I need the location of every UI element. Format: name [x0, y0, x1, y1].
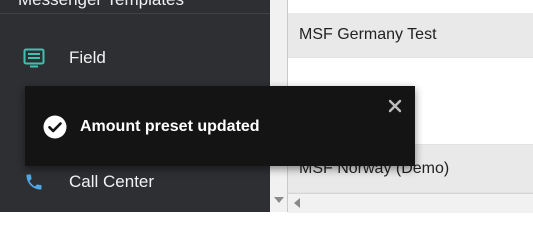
- scroll-down-arrow-icon[interactable]: [274, 197, 284, 203]
- sidebar-item-label: Field: [69, 48, 106, 67]
- field-list-icon: [22, 46, 46, 70]
- close-icon[interactable]: [387, 98, 403, 114]
- scroll-left-arrow-icon[interactable]: [294, 198, 300, 208]
- list-item-label: MSF Germany Test: [299, 26, 437, 43]
- sidebar-item-call-center[interactable]: Call Center: [0, 160, 270, 204]
- check-circle-icon: [43, 115, 67, 139]
- list-item[interactable]: MSF Germany Test: [288, 13, 533, 58]
- sidebar-item-label: Call Center: [69, 172, 155, 191]
- toast-message: Amount preset updated: [80, 118, 260, 135]
- sidebar-item-field[interactable]: Field: [0, 36, 270, 80]
- phone-icon: [22, 170, 46, 194]
- sidebar-header: Messenger Templates: [18, 0, 184, 14]
- divider: [0, 13, 270, 14]
- horizontal-scrollbar[interactable]: [288, 193, 533, 213]
- toast-notification: Amount preset updated: [25, 86, 415, 166]
